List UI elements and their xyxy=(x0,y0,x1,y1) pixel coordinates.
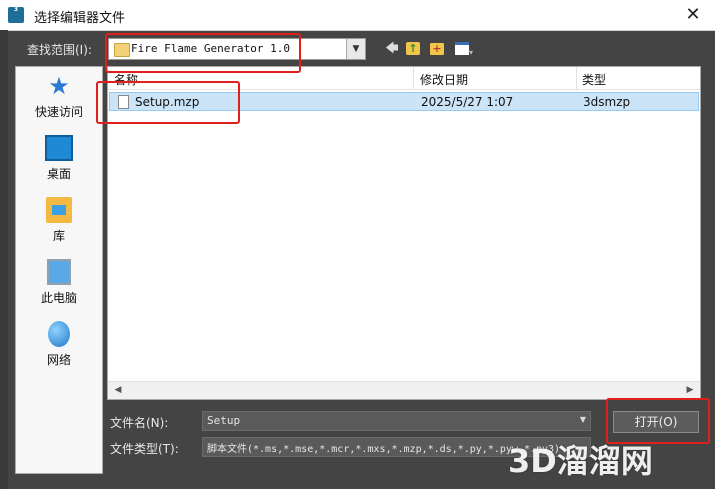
column-divider[interactable] xyxy=(413,67,414,89)
view-grid-icon xyxy=(454,42,469,55)
file-modified: 2025/5/27 1:07 xyxy=(421,95,514,109)
dialog-title: 选择编辑器文件 xyxy=(34,11,126,26)
file-name: Setup.mzp xyxy=(135,95,200,109)
title-bar: 3 选择编辑器文件 ✕ xyxy=(0,0,715,31)
place-library[interactable]: 库 xyxy=(16,197,102,253)
file-list-header: 名称 修改日期 类型 xyxy=(108,67,700,90)
horizontal-scrollbar[interactable]: ◀ ▶ xyxy=(108,381,700,399)
view-menu-button[interactable]: ▾ xyxy=(451,40,477,58)
computer-icon xyxy=(47,259,71,285)
column-divider[interactable] xyxy=(576,67,577,89)
star-icon: ★ xyxy=(48,72,70,100)
watermark: 3D溜溜网 xyxy=(508,442,653,480)
filename-value: Setup xyxy=(207,414,241,427)
app-icon: 3 xyxy=(8,7,24,23)
place-network[interactable]: 网络 xyxy=(16,321,102,377)
places-bar: ★ 快速访问 桌面 库 此电脑 网络 xyxy=(15,66,103,474)
look-in-value: Fire Flame Generator 1.0 xyxy=(131,42,290,55)
open-file-dialog: 3 选择编辑器文件 ✕ 查找范围(I): Fire Flame Generato… xyxy=(0,0,715,489)
filename-combo[interactable]: Setup ▼ xyxy=(202,411,591,431)
chevron-down-icon[interactable]: ▼ xyxy=(346,39,365,59)
place-desktop[interactable]: 桌面 xyxy=(16,135,102,191)
filetype-label: 文件类型(T): xyxy=(110,442,179,456)
place-label: 网络 xyxy=(46,353,71,367)
new-folder-button[interactable]: + xyxy=(428,40,446,58)
open-button[interactable]: 打开(O) xyxy=(613,411,699,433)
chevron-down-icon: ▾ xyxy=(468,48,473,57)
column-header-type[interactable]: 类型 xyxy=(582,71,606,88)
look-in-label: 查找范围(I): xyxy=(27,43,92,57)
file-row[interactable]: Setup.mzp 2025/5/27 1:07 3dsmzp xyxy=(109,92,699,111)
up-one-level-button[interactable]: ↑ xyxy=(404,40,422,58)
place-label: 桌面 xyxy=(46,167,71,181)
place-quick-access[interactable]: ★ 快速访问 xyxy=(16,73,102,129)
scroll-right-icon[interactable]: ▶ xyxy=(682,383,698,398)
place-this-pc[interactable]: 此电脑 xyxy=(16,259,102,315)
file-icon xyxy=(118,95,129,109)
place-label: 库 xyxy=(52,229,65,243)
place-label: 快速访问 xyxy=(34,105,83,119)
new-folder-icon: + xyxy=(430,43,444,55)
look-in-dropdown[interactable]: Fire Flame Generator 1.0 ▼ xyxy=(108,38,366,60)
chevron-down-icon[interactable]: ▼ xyxy=(580,415,586,424)
place-label: 此电脑 xyxy=(40,291,77,305)
up-folder-icon: ↑ xyxy=(406,42,420,55)
column-header-name[interactable]: 名称 xyxy=(114,71,138,88)
file-type: 3dsmzp xyxy=(583,95,631,109)
folder-icon xyxy=(114,43,130,57)
back-button[interactable]: 🡄 xyxy=(383,40,401,58)
background-window-edge xyxy=(0,30,8,489)
filename-label: 文件名(N): xyxy=(110,416,169,430)
column-header-modified[interactable]: 修改日期 xyxy=(420,71,468,88)
desktop-icon xyxy=(45,135,73,161)
scroll-left-icon[interactable]: ◀ xyxy=(110,383,126,398)
close-button[interactable]: ✕ xyxy=(681,3,705,27)
back-arrow-icon: 🡄 xyxy=(385,41,399,56)
file-list[interactable]: 名称 修改日期 类型 Setup.mzp 2025/5/27 1:07 3dsm… xyxy=(107,66,701,400)
library-icon xyxy=(46,197,72,223)
network-icon xyxy=(48,321,70,347)
